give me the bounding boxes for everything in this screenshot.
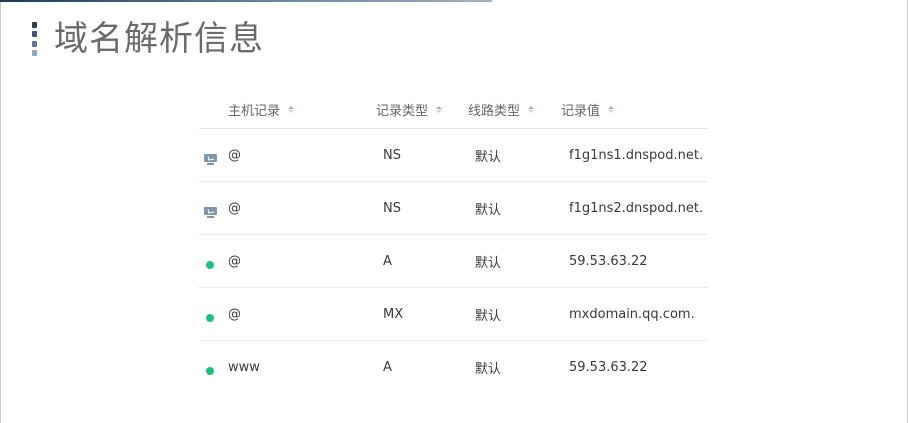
cell-value: 59.53.63.22 bbox=[569, 359, 648, 375]
monitor-icon bbox=[203, 133, 217, 185]
table-row[interactable]: @ A 默认 59.53.63.22 bbox=[199, 235, 708, 288]
column-header-type-label: 记录类型 bbox=[376, 104, 429, 119]
cell-type: A bbox=[383, 253, 392, 269]
table-row[interactable]: @ MX 默认 mxdomain.qq.com. bbox=[199, 288, 708, 341]
cell-host: @ bbox=[228, 147, 241, 163]
cell-line: 默认 bbox=[475, 255, 502, 271]
cell-line: 默认 bbox=[475, 308, 502, 324]
column-header-value-label: 记录值 bbox=[561, 104, 601, 119]
cell-type: MX bbox=[383, 306, 404, 322]
page-title: 域名解析信息 bbox=[54, 19, 264, 59]
column-header-host-label: 主机记录 bbox=[228, 104, 281, 119]
cell-value: 59.53.63.22 bbox=[569, 253, 648, 269]
title-accent-icon bbox=[32, 22, 38, 56]
cell-line: 默认 bbox=[475, 202, 502, 218]
table-row[interactable]: @ NS 默认 f1g1ns2.dnspod.net. bbox=[199, 182, 708, 235]
cell-value: f1g1ns2.dnspod.net. bbox=[569, 200, 704, 216]
column-header-host[interactable]: 主机记录 bbox=[228, 100, 295, 119]
column-header-value[interactable]: 记录值 bbox=[561, 100, 615, 119]
window-left-border bbox=[0, 0, 1, 423]
cell-host: @ bbox=[228, 200, 241, 216]
monitor-icon bbox=[203, 186, 217, 238]
cell-line: 默认 bbox=[475, 149, 502, 165]
cell-value: f1g1ns1.dnspod.net. bbox=[569, 147, 704, 163]
cell-type: NS bbox=[383, 200, 401, 216]
column-header-line[interactable]: 线路类型 bbox=[468, 100, 535, 119]
sort-icon[interactable] bbox=[288, 106, 295, 113]
cell-host: www bbox=[228, 359, 260, 375]
sort-icon[interactable] bbox=[608, 106, 615, 113]
cell-host: @ bbox=[228, 306, 241, 322]
cell-value: mxdomain.qq.com. bbox=[569, 306, 695, 322]
green-dot-icon bbox=[203, 345, 217, 397]
sort-icon[interactable] bbox=[528, 106, 535, 113]
page-header: 域名解析信息 bbox=[32, 18, 264, 60]
table-row[interactable]: www A 默认 59.53.63.22 bbox=[199, 341, 708, 393]
sort-icon[interactable] bbox=[436, 106, 443, 113]
top-accent-bar bbox=[0, 0, 492, 2]
column-header-line-label: 线路类型 bbox=[468, 104, 521, 119]
cell-line: 默认 bbox=[475, 361, 502, 377]
green-dot-icon bbox=[203, 239, 217, 291]
table-row[interactable]: @ NS 默认 f1g1ns1.dnspod.net. bbox=[199, 129, 708, 182]
column-header-type[interactable]: 记录类型 bbox=[376, 100, 443, 119]
cell-type: A bbox=[383, 359, 392, 375]
table-header: 主机记录 记录类型 线路类型 记录值 bbox=[199, 88, 708, 129]
cell-type: NS bbox=[383, 147, 401, 163]
dns-records-table: 主机记录 记录类型 线路类型 记录值 @ NS 默认 f1g1ns1.dnspo… bbox=[199, 88, 708, 393]
cell-host: @ bbox=[228, 253, 241, 269]
green-dot-icon bbox=[203, 292, 217, 344]
